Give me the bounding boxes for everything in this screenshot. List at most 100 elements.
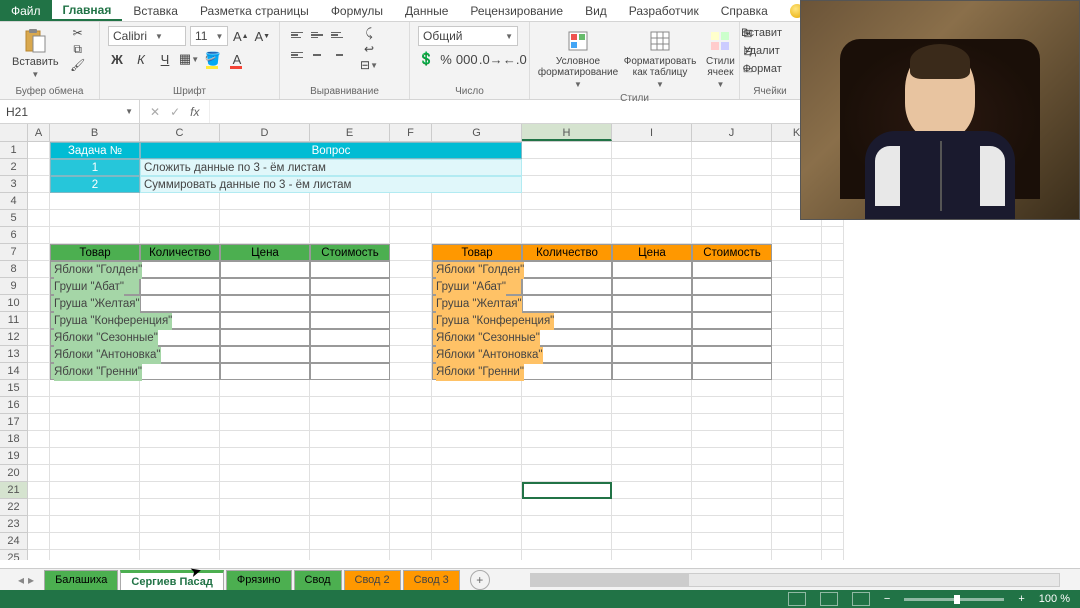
cell-J17[interactable] (692, 414, 772, 431)
cell-C4[interactable] (140, 193, 220, 210)
cell-L7[interactable] (822, 244, 844, 261)
cell-H2[interactable] (522, 159, 612, 176)
cell-B23[interactable] (50, 516, 140, 533)
border-button[interactable]: ▦▼ (180, 50, 198, 68)
cell-B11[interactable]: Груша "Конференция" (50, 312, 140, 329)
cell-J25[interactable] (692, 550, 772, 560)
cell-F22[interactable] (390, 499, 432, 516)
font-color-button[interactable]: A (228, 50, 246, 68)
cell-I14[interactable] (612, 363, 692, 380)
cell-K9[interactable] (772, 278, 822, 295)
cell-E11[interactable] (310, 312, 390, 329)
cell-K21[interactable] (772, 482, 822, 499)
cell-D12[interactable] (220, 329, 310, 346)
cell-D15[interactable] (220, 380, 310, 397)
cell-J9[interactable] (692, 278, 772, 295)
cell-D8[interactable] (220, 261, 310, 278)
cell-G19[interactable] (432, 448, 522, 465)
wrap-text-icon[interactable]: ↩ (360, 42, 378, 56)
cell-K6[interactable] (772, 227, 822, 244)
row-header-19[interactable]: 19 (0, 448, 28, 465)
cell-K11[interactable] (772, 312, 822, 329)
cell-F9[interactable] (390, 278, 432, 295)
row-header-4[interactable]: 4 (0, 193, 28, 210)
cell-B19[interactable] (50, 448, 140, 465)
row-header-1[interactable]: 1 (0, 142, 28, 159)
cell-I9[interactable] (612, 278, 692, 295)
font-size-select[interactable]: 11▼ (190, 26, 228, 46)
cell-L16[interactable] (822, 397, 844, 414)
row-header-3[interactable]: 3 (0, 176, 28, 193)
cell-G5[interactable] (432, 210, 522, 227)
cell-E22[interactable] (310, 499, 390, 516)
cell-B9[interactable]: Груши "Абат" (50, 278, 140, 295)
format-cells-button[interactable]: ▭ Формат (748, 62, 766, 76)
cell-E18[interactable] (310, 431, 390, 448)
cell-B20[interactable] (50, 465, 140, 482)
cell-K17[interactable] (772, 414, 822, 431)
cell-B5[interactable] (50, 210, 140, 227)
cell-F6[interactable] (390, 227, 432, 244)
cell-H22[interactable] (522, 499, 612, 516)
copy-icon[interactable]: ⧉ (69, 42, 87, 56)
row-header-21[interactable]: 21 (0, 482, 28, 499)
paste-button[interactable]: Вставить ▼ (8, 26, 63, 81)
cell-A2[interactable] (28, 159, 50, 176)
cell-F5[interactable] (390, 210, 432, 227)
cell-K23[interactable] (772, 516, 822, 533)
cell-I3[interactable] (612, 176, 692, 193)
cell-A7[interactable] (28, 244, 50, 261)
format-table-button[interactable]: Форматировать как таблицу▼ (620, 26, 700, 91)
align-right[interactable] (328, 46, 346, 64)
menu-tab-Разработчик[interactable]: Разработчик (618, 0, 710, 21)
cell-J22[interactable] (692, 499, 772, 516)
row-header-22[interactable]: 22 (0, 499, 28, 516)
cell-E14[interactable] (310, 363, 390, 380)
cell-H1[interactable] (522, 142, 612, 159)
cell-styles-button[interactable]: Стили ячеек▼ (702, 26, 739, 91)
cell-G17[interactable] (432, 414, 522, 431)
col-header-H[interactable]: H (522, 124, 612, 141)
cell-A12[interactable] (28, 329, 50, 346)
cell-B8[interactable]: Яблоки "Голден" (50, 261, 140, 278)
cell-H9[interactable] (522, 278, 612, 295)
cell-L23[interactable] (822, 516, 844, 533)
cell-E16[interactable] (310, 397, 390, 414)
cell-B7[interactable]: Товар (50, 244, 140, 261)
cell-E5[interactable] (310, 210, 390, 227)
cell-D19[interactable] (220, 448, 310, 465)
zoom-in-icon[interactable]: + (1018, 593, 1024, 605)
cell-D10[interactable] (220, 295, 310, 312)
cell-A19[interactable] (28, 448, 50, 465)
insert-cells-button[interactable]: ⊞ Вставит (748, 26, 766, 40)
cell-C20[interactable] (140, 465, 220, 482)
row-header-8[interactable]: 8 (0, 261, 28, 278)
cell-C10[interactable] (140, 295, 220, 312)
align-left[interactable] (288, 46, 306, 64)
cell-A13[interactable] (28, 346, 50, 363)
cell-G4[interactable] (432, 193, 522, 210)
cancel-icon[interactable]: ✕ (150, 105, 160, 119)
cell-B10[interactable]: Груша "Желтая" (50, 295, 140, 312)
cell-H6[interactable] (522, 227, 612, 244)
italic-button[interactable]: К (132, 50, 150, 68)
cell-E17[interactable] (310, 414, 390, 431)
cell-J3[interactable] (692, 176, 772, 193)
cell-G25[interactable] (432, 550, 522, 560)
cell-F8[interactable] (390, 261, 432, 278)
percent-icon[interactable]: % (440, 50, 452, 68)
cell-C15[interactable] (140, 380, 220, 397)
sheet-tab-Свод 2[interactable]: Свод 2 (344, 570, 401, 591)
cell-A23[interactable] (28, 516, 50, 533)
cell-J5[interactable] (692, 210, 772, 227)
cell-L10[interactable] (822, 295, 844, 312)
cell-G21[interactable] (432, 482, 522, 499)
file-tab[interactable]: Файл (0, 0, 52, 21)
fill-color-button[interactable]: 🪣 (204, 50, 222, 68)
cell-E12[interactable] (310, 329, 390, 346)
cell-J14[interactable] (692, 363, 772, 380)
cell-C17[interactable] (140, 414, 220, 431)
cell-A24[interactable] (28, 533, 50, 550)
row-header-7[interactable]: 7 (0, 244, 28, 261)
cell-D13[interactable] (220, 346, 310, 363)
